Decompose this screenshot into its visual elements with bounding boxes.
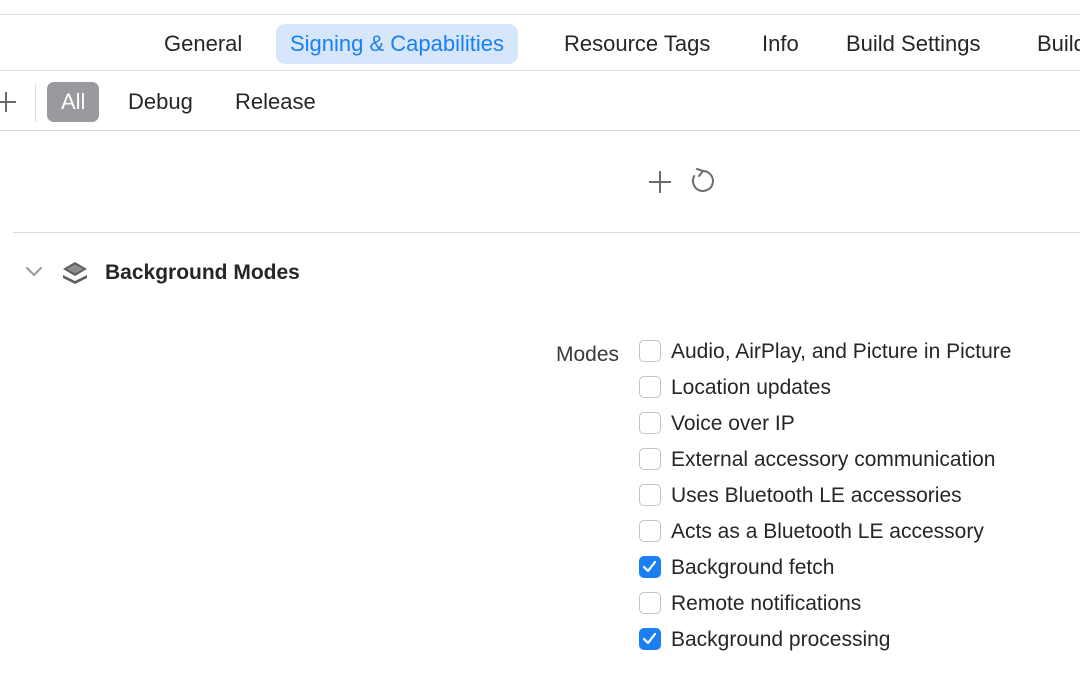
checkbox-bluetooth-le-accessories[interactable] [639,484,661,506]
editor-tab-bar: General Signing & Capabilities Resource … [0,24,1080,64]
chevron-down-icon[interactable] [24,262,44,282]
tab-bar-divider [0,70,1080,71]
tab-build-settings[interactable]: Build Settings [846,24,981,64]
mode-label: Voice over IP [671,412,795,435]
mode-row-bluetooth-peripheral: Acts as a Bluetooth LE accessory [639,517,1080,553]
layers-icon [60,258,90,288]
modes-label: Modes [556,343,620,366]
segment-all[interactable]: All [47,82,100,122]
mode-label: Background processing [671,628,891,651]
segment-debug[interactable]: Debug [128,82,193,122]
checkbox-background-fetch[interactable] [639,556,661,578]
top-divider [0,14,1080,15]
modes-list: Audio, AirPlay, and Picture in Picture L… [639,337,1080,661]
checkbox-voice-over-ip[interactable] [639,412,661,434]
capabilities-editor: General Signing & Capabilities Resource … [0,0,1080,674]
checkmark-icon [642,632,657,645]
section-divider [13,232,1080,233]
add-capability-plus-icon[interactable] [0,88,18,116]
mode-label: Location updates [671,376,831,399]
add-icon[interactable] [645,167,675,197]
mode-label: Remote notifications [671,592,862,615]
tab-signing-capabilities[interactable]: Signing & Capabilities [276,24,519,64]
segment-release[interactable]: Release [235,82,316,122]
checkbox-external-accessory[interactable] [639,448,661,470]
mode-label: External accessory communication [671,448,996,471]
mode-row-background-processing: Background processing [639,625,1080,661]
mode-row-remote-notifications: Remote notifications [639,589,1080,625]
tab-build-phases[interactable]: Build [1037,24,1080,64]
mode-row-bluetooth-central: Uses Bluetooth LE accessories [639,481,1080,517]
mode-label: Background fetch [671,556,835,579]
mode-label: Audio, AirPlay, and Picture in Picture [671,340,1012,363]
checkbox-audio-airplay-pip[interactable] [639,340,661,362]
filter-bar-divider [0,130,1080,131]
mode-row-audio: Audio, AirPlay, and Picture in Picture [639,337,1080,373]
checkmark-icon [642,560,657,573]
refresh-icon[interactable] [688,166,718,196]
tab-general[interactable]: General [164,24,242,64]
mode-label: Acts as a Bluetooth LE accessory [671,520,984,543]
checkbox-location-updates[interactable] [639,376,661,398]
tab-resource-tags[interactable]: Resource Tags [564,24,710,64]
mode-row-location: Location updates [639,373,1080,409]
filter-separator [35,84,36,122]
mode-label: Uses Bluetooth LE accessories [671,484,962,507]
configuration-filter-bar: All Debug Release [0,82,1080,122]
mode-row-external-accessory: External accessory communication [639,445,1080,481]
mode-row-background-fetch: Background fetch [639,553,1080,589]
checkbox-bluetooth-le-accessory[interactable] [639,520,661,542]
checkbox-background-processing[interactable] [639,628,661,650]
tab-info[interactable]: Info [762,24,799,64]
mode-row-voip: Voice over IP [639,409,1080,445]
checkbox-remote-notifications[interactable] [639,592,661,614]
section-title: Background Modes [105,261,300,284]
